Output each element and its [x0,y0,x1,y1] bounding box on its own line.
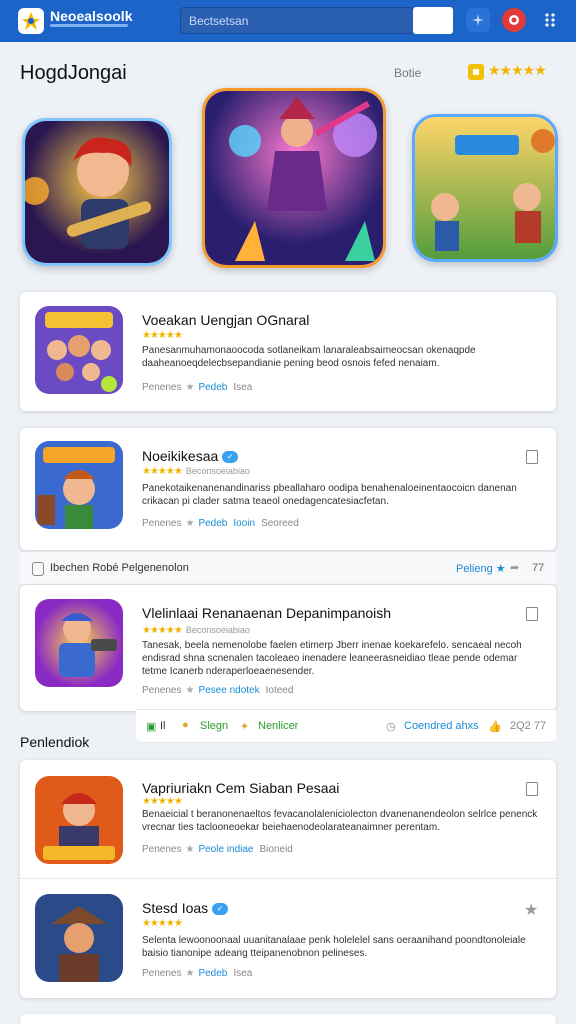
sparkle-icon[interactable] [466,8,490,32]
section-title: HogdJongai [20,62,127,84]
game-link[interactable]: Pedeb [198,382,227,393]
strip-item-4[interactable]: Coendred ahxs [404,720,479,732]
game-rating-stars: ★★★★★ [142,330,183,341]
game-rating-stars: ★★★★★ [142,796,183,807]
rating-badge-icon [468,64,484,80]
game-thumbnail[interactable] [35,306,123,394]
logo-icon [22,12,40,30]
strip-item-3[interactable]: Nenlicer [258,720,298,732]
game-link[interactable]: Pesee ndotek [198,685,259,696]
game-rating-stars: ★★★★★ Beconsoeiabiao [142,625,250,636]
brand-name[interactable]: Neoealsoolk [50,8,132,24]
search-input[interactable]: Bectsetsan [180,7,414,34]
game-description: Tanesak, beela nemenolobe faelen etimerp… [142,640,522,677]
game-meta: Penenes ★ Pedeb Iooin Seoreed [142,518,299,529]
top-app-bar: Neoealsoolk Bectsetsan [0,0,576,42]
star-icon: ★ [185,685,195,696]
game-meta: Penenes ★ Pedeb Isea [142,968,253,979]
game-thumbnail[interactable] [35,894,123,982]
game-thumbnail[interactable] [35,441,123,529]
star-icon: ★ [185,518,195,529]
game-card-1[interactable]: Voeakan Uengjan OGnaral ★★★★★ Panesanmuh… [20,292,556,411]
game-link[interactable]: Pedeb [198,518,227,529]
game-rating-stars: ★★★★★ [142,918,183,929]
red-hair-hero-artwork [35,776,123,864]
adventure-artwork [415,117,555,259]
featured-game-tile-3[interactable] [412,114,558,262]
game-description: Selenta lewoonoonaal uuanitanalaae penk … [142,935,526,959]
cowboy-hero-artwork [35,894,123,982]
game-description: Panesanmuhamonaoocoda sotlaneikam lanara… [142,345,476,369]
game-title[interactable]: Noeikikesaa ✓ [142,448,239,464]
game-meta: Penenes ★ Pesee ndotek Ioteed [142,685,294,696]
game-title[interactable]: Stesd Ioas ✓ [142,900,229,916]
strip-rating-link[interactable]: Pelieng ★ [456,562,506,575]
featured-game-tile-2[interactable] [202,88,386,268]
game-list-panel: Vapriuriakn Cem Siaban Pesaai ★★★★★ Bena… [20,760,556,998]
game-card-2[interactable]: Noeikikesaa ✓ ★★★★★ Beconsoeiabiao Panekot… [20,428,556,550]
game-meta: Penenes ★ Peole indiae Bioneid [142,844,293,855]
game-title[interactable]: Vapriuriakn Cem Siaban Pesaai [142,780,339,796]
game-rating-stars: ★★★★★ Beconsoeiabiao [142,466,250,477]
strip-count: 77 [532,562,545,574]
game-link[interactable]: Iooin [233,518,255,529]
share-icon[interactable]: ➦ [510,561,519,574]
game-link[interactable]: Pedeb [198,968,227,979]
featured-game-tile-1[interactable] [22,118,172,266]
profile-avatar-icon[interactable] [502,8,526,32]
strip-label[interactable]: Ibechen Robé Pelgenenolon [50,562,189,574]
star-icon: ★ [185,968,195,979]
search-button[interactable] [413,7,453,34]
app-logo[interactable] [18,8,44,34]
game-description: Benaeicial t beranonenaeltos fevacanolal… [142,809,538,833]
strip-item-5: 2Q2 77 [510,720,547,732]
guitar-hero-artwork [25,121,169,263]
strip-item-1[interactable]: Il [160,720,166,732]
favorite-star-icon[interactable]: ★ [524,900,538,920]
more-menu-icon[interactable] [538,8,562,32]
magic-hero-artwork [205,91,383,265]
tag-icon [32,562,44,576]
rating-stars: ★★★★★ [488,62,547,78]
game-title[interactable]: Voeakan Uengjan OGnaral [142,312,309,328]
game-title[interactable]: Vlelinlaai Renanaenan Depanimpanoish [142,605,391,621]
info-strip: Ibechen Robé Pelgenenolon Pelieng ★ ➦ 77 [20,551,556,585]
rating-label: Botie [394,66,422,80]
game-card-3[interactable]: Vlelinlaai Renanaenan Depanimpanoish ★★★… [20,585,556,711]
section-subheading: Penlendiok [20,734,90,750]
bookmark-icon[interactable] [526,607,538,621]
game-description: Panekotaikenanenandinariss pbeallaharo o… [142,483,517,507]
verified-badge-icon: ✓ [222,451,239,464]
bookmark-icon[interactable] [526,450,538,464]
verified-badge-icon: ✓ [212,903,229,916]
like-icon[interactable]: 👍 [488,720,502,733]
next-card-peek [20,1014,556,1024]
badge-icon-1: ▣ [146,721,157,733]
elf-hero-artwork [35,441,123,529]
divider [20,878,556,879]
clock-icon: ◷ [386,721,396,733]
strip-item-2[interactable]: Slegn [200,720,228,732]
star-icon: ★ [185,382,195,393]
star-icon: ★ [185,844,195,855]
crowd-artwork [35,306,123,394]
sparkle-badge-icon: ✦ [240,721,250,733]
game-thumbnail[interactable] [35,599,123,687]
action-strip: ▣ Il ● Slegn ✦ Nenlicer ◷ Coendred ahxs … [136,709,556,743]
game-thumbnail[interactable] [35,776,123,864]
brand-tagline-bar [50,24,128,27]
blaster-hero-artwork [35,599,123,687]
game-link[interactable]: Peole indiae [198,844,253,855]
bookmark-icon[interactable] [526,782,538,796]
coin-icon: ● [182,719,189,731]
game-meta: Penenes ★ Pedeb Isea [142,382,253,393]
